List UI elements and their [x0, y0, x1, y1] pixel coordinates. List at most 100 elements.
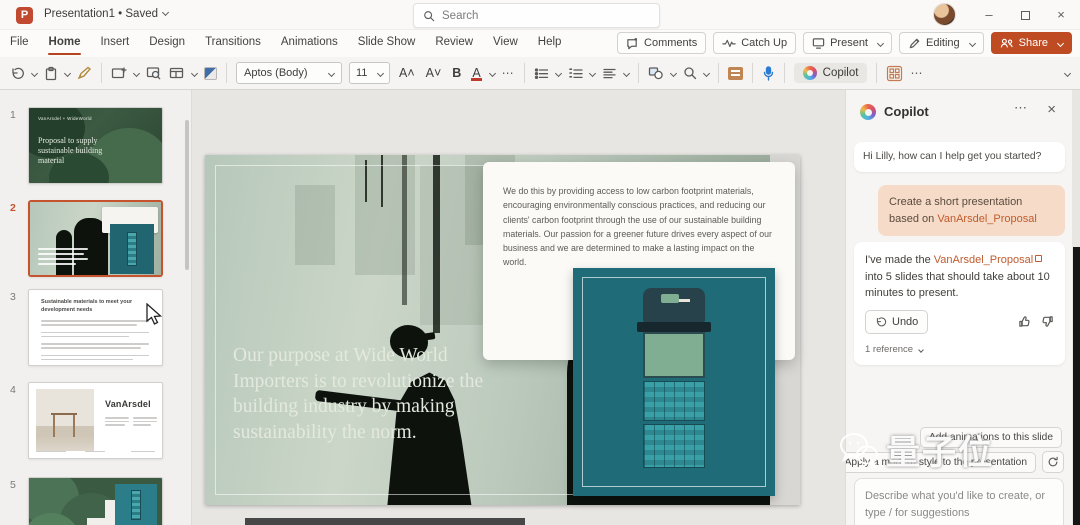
suggestion-chip-style[interactable]: Apply a modern style to the presentation [845, 452, 1036, 473]
slide-canvas: Our purpose at Wide World Importers is t… [192, 90, 845, 525]
pulse-icon [722, 37, 736, 49]
tab-file[interactable]: File [0, 30, 39, 57]
copilot-more-button[interactable]: ⋯ [1014, 100, 1028, 116]
chevron-down-icon [877, 39, 884, 46]
tab-animations[interactable]: Animations [271, 30, 348, 57]
copilot-close-button[interactable]: × [1047, 101, 1056, 118]
present-label: Present [830, 37, 868, 49]
dictate-button[interactable] [762, 66, 775, 81]
screen-edge-strip [1073, 247, 1080, 525]
slide-quote-text[interactable]: Our purpose at Wide World Importers is t… [233, 343, 485, 446]
document-title[interactable]: Presentation1 • Saved [44, 8, 168, 20]
chevron-down-icon [670, 69, 677, 76]
suggestion-chip-animations[interactable]: Add animations to this slide [920, 427, 1062, 448]
slide-3-number: 3 [10, 291, 26, 303]
copilot-input-placeholder: Describe what you'd like to create, or t… [865, 490, 1045, 519]
bold-button[interactable]: B [450, 66, 463, 80]
copilot-response-message: I've made the VanArsdel_Proposal into 5 … [854, 242, 1065, 365]
tab-design[interactable]: Design [139, 30, 195, 57]
shapes-button[interactable] [648, 66, 676, 80]
numbering-icon [568, 67, 583, 80]
clipboard-icon [44, 66, 58, 81]
avatar[interactable] [933, 3, 956, 26]
present-button[interactable]: Present [803, 32, 892, 54]
minimize-button[interactable]: – [972, 0, 1006, 30]
layout-button[interactable] [169, 66, 197, 80]
undo-icon [875, 316, 887, 328]
thumbs-up-icon[interactable] [1018, 315, 1031, 328]
font-name-select[interactable]: Aptos (Body) [236, 62, 342, 84]
tab-view[interactable]: View [483, 30, 528, 57]
tab-insert[interactable]: Insert [90, 30, 139, 57]
chevron-down-icon [31, 69, 38, 76]
tab-slide-show[interactable]: Slide Show [348, 30, 426, 57]
notes-bar[interactable] [245, 518, 525, 525]
align-icon [602, 67, 617, 80]
copilot-input[interactable]: Describe what you'd like to create, or t… [854, 478, 1064, 525]
designer-pane-button[interactable] [886, 65, 903, 82]
shrink-font-button[interactable]: A˅ [424, 66, 444, 80]
search-input[interactable]: Search [413, 3, 660, 28]
tab-home[interactable]: Home [39, 30, 91, 57]
reference-label: 1 reference [865, 343, 913, 357]
copilot-toolbar-label: Copilot [823, 67, 859, 79]
chevron-down-icon [133, 69, 140, 76]
copilot-toolbar-button[interactable]: Copilot [794, 63, 868, 83]
numbering-button[interactable] [568, 67, 595, 80]
format-painter-button[interactable] [77, 66, 92, 80]
designer-grid-icon [886, 65, 903, 82]
paste-button[interactable] [44, 66, 70, 81]
maximize-button[interactable] [1008, 0, 1042, 30]
share-button[interactable]: Share [991, 32, 1072, 54]
reference-toggle[interactable]: 1 reference [865, 343, 1054, 357]
editing-label: Editing [926, 37, 960, 49]
catch-up-button[interactable]: Catch Up [713, 32, 796, 54]
slide-2-thumbnail[interactable] [28, 200, 163, 277]
font-color-button[interactable]: A [470, 66, 494, 80]
comments-button[interactable]: Comments [617, 32, 706, 54]
prompt-file-link[interactable]: VanArsdel_Proposal [937, 213, 1036, 225]
thumbs-down-icon[interactable] [1041, 315, 1054, 328]
slide-3-thumbnail[interactable]: Sustainable materials to meet your devel… [28, 289, 163, 366]
response-file-link[interactable]: VanArsdel_Proposal [934, 254, 1033, 266]
toolbar-overflow-button[interactable]: ⋯ [910, 66, 923, 80]
people-icon [1000, 37, 1014, 49]
menu-actions: Comments Catch Up Present Editing Share [617, 32, 1072, 54]
refresh-suggestions-button[interactable] [1042, 451, 1064, 473]
slide-4-number: 4 [10, 384, 26, 396]
reuse-slides-button[interactable] [146, 66, 162, 80]
chevron-down-icon [328, 69, 335, 76]
new-slide-button[interactable] [111, 66, 139, 80]
slide-4-thumbnail[interactable]: VanArsdel [28, 382, 163, 459]
bullets-button[interactable] [534, 67, 561, 80]
thumbnail-scrollbar[interactable] [185, 120, 189, 270]
collapse-ribbon-button[interactable] [1060, 71, 1070, 76]
slide-5-thumbnail[interactable] [28, 477, 163, 525]
chevron-down-icon [703, 69, 710, 76]
chevron-down-icon [489, 69, 496, 76]
editing-button[interactable]: Editing [899, 32, 984, 54]
find-button[interactable] [683, 66, 709, 80]
catch-up-label: Catch Up [741, 37, 787, 49]
tab-review[interactable]: Review [425, 30, 483, 57]
more-font-options-button[interactable]: ⋯ [502, 66, 515, 80]
user-prompt-message: Create a short presentation based on Van… [878, 185, 1065, 236]
new-slide-icon [111, 66, 127, 80]
grow-font-button[interactable]: A˄ [397, 66, 417, 80]
slide-1-thumbnail[interactable]: VanArsdel + WideWorld Proposal to supply… [28, 107, 163, 184]
chevron-down-icon [191, 69, 198, 76]
undo-button[interactable] [10, 66, 37, 81]
tab-help[interactable]: Help [528, 30, 572, 57]
slide-5-number: 5 [10, 479, 26, 491]
container-ship-image[interactable] [573, 268, 775, 496]
tab-transitions[interactable]: Transitions [195, 30, 271, 57]
font-size-select[interactable]: 11 [349, 62, 390, 84]
current-slide[interactable]: Our purpose at Wide World Importers is t… [205, 155, 800, 505]
undo-button-copilot[interactable]: Undo [865, 310, 928, 335]
search-icon [423, 10, 435, 22]
close-button[interactable]: × [1044, 0, 1078, 30]
add-ins-icon[interactable] [728, 67, 743, 80]
align-button[interactable] [602, 67, 629, 80]
copilot-panel: Copilot ⋯ × Hi Lilly, how can I help get… [845, 90, 1072, 525]
designer-icon[interactable] [204, 67, 217, 80]
